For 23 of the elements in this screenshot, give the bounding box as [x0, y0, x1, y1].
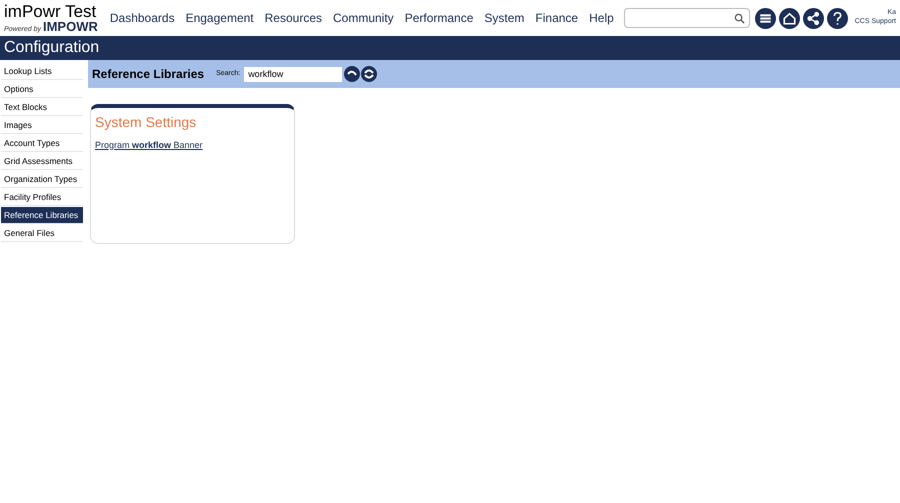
share-icon[interactable] — [803, 8, 824, 28]
nav-link[interactable]: Dashboards — [110, 9, 175, 27]
nav-link[interactable]: Engagement — [186, 9, 254, 27]
app-title: imPowr Test — [4, 3, 98, 20]
nav-link[interactable]: Community — [333, 9, 394, 27]
refresh-icon[interactable] — [361, 66, 378, 82]
section-title: Reference Libraries — [92, 66, 204, 83]
nav-link[interactable]: Finance — [535, 9, 578, 27]
nav-link[interactable]: Performance — [404, 9, 474, 27]
search-icon — [734, 12, 745, 24]
page-header: Configuration — [0, 36, 900, 60]
sidebar-item[interactable]: Reference Libraries — [1, 207, 83, 224]
search-field[interactable] — [624, 8, 750, 28]
help-icon[interactable] — [827, 8, 848, 28]
nav-link[interactable]: Resources — [264, 9, 322, 27]
search-field[interactable]: workflow — [244, 66, 342, 82]
list-icon[interactable] — [755, 8, 776, 28]
brand-logo: IMPOWR — [42, 20, 98, 33]
card-title: System Settings — [95, 114, 198, 132]
home-icon[interactable] — [779, 8, 800, 28]
nav-link[interactable]: Help — [589, 9, 614, 27]
nav-link[interactable]: System — [484, 9, 524, 27]
result-link[interactable]: Program workflow Banner — [95, 140, 203, 150]
